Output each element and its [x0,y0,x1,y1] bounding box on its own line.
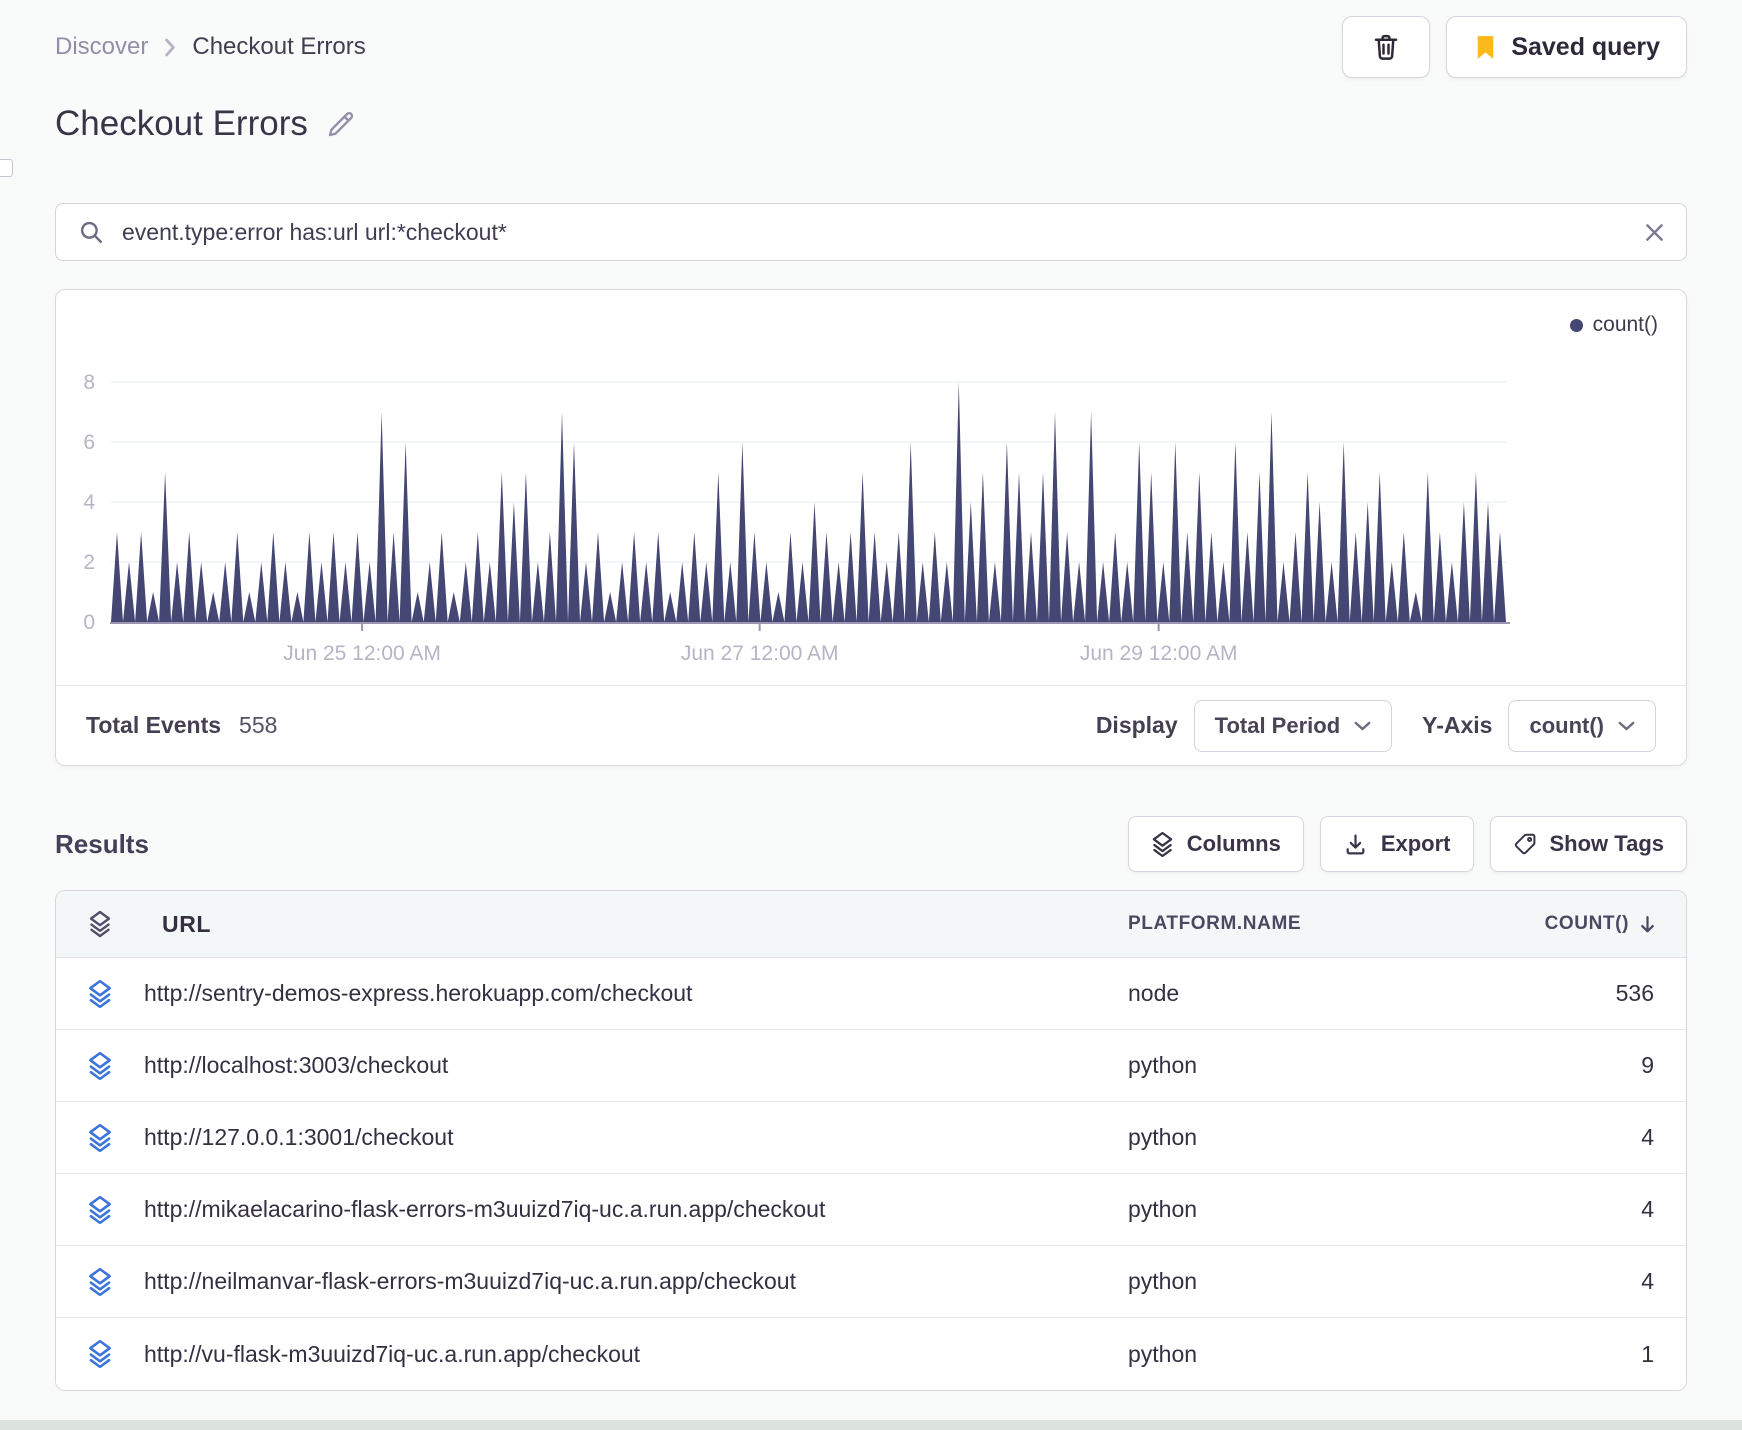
table-header-row: URL PLATFORM.NAME COUNT() [56,891,1686,958]
section-divider [0,159,1687,177]
results-actions: Columns Export Show Tags [1127,816,1687,872]
url-cell[interactable]: http://neilmanvar-flask-errors-m3uuizd7i… [144,1268,1128,1295]
stack-icon-blue[interactable] [56,1195,144,1225]
search-input[interactable] [122,218,1627,246]
url-cell[interactable]: http://mikaelacarino-flask-errors-m3uuiz… [144,1196,1128,1223]
platform-cell: python [1128,1340,1198,1367]
svg-text:Jun 25 12:00 AM: Jun 25 12:00 AM [283,642,441,665]
page-title: Checkout Errors [55,104,308,143]
discover-page: Discover Checkout Errors Saved query Che… [0,0,1742,1391]
url-cell[interactable]: http://vu-flask-m3uuizd7iq-uc.a.run.app/… [144,1341,1128,1368]
count-cell: 1 [1641,1340,1654,1367]
table-row[interactable]: http://neilmanvar-flask-errors-m3uuizd7i… [56,1246,1686,1318]
count-cell: 536 [1615,980,1654,1006]
stack-icon[interactable] [56,910,144,938]
yaxis-label: Y-Axis [1422,712,1493,738]
platform-cell: python [1128,1124,1198,1150]
svg-text:Jun 27 12:00 AM: Jun 27 12:00 AM [681,642,839,665]
sort-desc-arrow-icon [1637,914,1658,935]
header-actions: Saved query [1342,16,1687,78]
chevron-right-icon [164,38,176,57]
platform-cell: python [1128,1052,1198,1078]
download-icon [1343,832,1368,857]
svg-text:6: 6 [83,431,95,454]
yaxis-select[interactable]: count() [1508,699,1656,752]
platform-cell: node [1128,980,1180,1006]
count-cell: 9 [1641,1052,1654,1078]
bookmark-icon [1473,34,1498,61]
clear-search-icon[interactable] [1645,223,1664,242]
url-cell[interactable]: http://sentry-demos-express.herokuapp.co… [144,980,1128,1007]
count-cell: 4 [1641,1124,1654,1150]
breadcrumb-discover-link[interactable]: Discover [55,33,148,61]
show-tags-button[interactable]: Show Tags [1489,816,1687,872]
title-row: Checkout Errors [55,104,1687,144]
count-cell: 4 [1641,1268,1654,1294]
display-select[interactable]: Total Period [1193,699,1393,752]
total-events-label: Total Events [86,712,222,738]
stack-icon-blue[interactable] [56,1267,144,1297]
svg-text:8: 8 [83,371,95,394]
column-header-platform[interactable]: PLATFORM.NAME [1128,913,1488,935]
layers-icon [1151,831,1174,858]
events-area-chart[interactable]: 0 2 4 6 8 Jun 25 12:00 AM Jun 27 12:00 AM Jun 2… [56,290,1686,686]
legend-label: count() [1592,313,1658,336]
chart-footer: Total Events 558 Display Total Period Y-… [56,685,1686,765]
table-body: http://sentry-demos-express.herokuapp.co… [56,958,1686,1390]
columns-button[interactable]: Columns [1127,816,1304,872]
stack-icon-blue[interactable] [56,1339,144,1369]
bottom-edge [0,1420,1742,1430]
url-cell[interactable]: http://localhost:3003/checkout [144,1052,1128,1079]
svg-text:2: 2 [83,551,95,574]
page-header: Discover Checkout Errors Saved query [55,0,1687,78]
chevron-down-icon [1618,721,1635,731]
delete-query-button[interactable] [1342,16,1431,78]
export-label: Export [1380,831,1451,856]
show-tags-label: Show Tags [1549,831,1665,856]
tag-icon [1513,832,1537,856]
total-events: Total Events 558 [86,712,277,739]
svg-text:Jun 29 12:00 AM: Jun 29 12:00 AM [1080,642,1238,665]
platform-cell: python [1128,1268,1198,1294]
url-cell[interactable]: http://127.0.0.1:3001/checkout [144,1124,1128,1151]
yaxis-value: count() [1529,712,1604,738]
table-row[interactable]: http://sentry-demos-express.herokuapp.co… [56,958,1686,1030]
total-events-value: 558 [239,712,278,738]
column-header-count[interactable]: COUNT() [1488,913,1686,935]
table-row[interactable]: http://mikaelacarino-flask-errors-m3uuiz… [56,1174,1686,1246]
results-heading: Results [55,828,149,859]
saved-query-button[interactable]: Saved query [1446,16,1687,78]
display-value: Total Period [1214,712,1341,738]
table-row[interactable]: http://vu-flask-m3uuizd7iq-uc.a.run.app/… [56,1318,1686,1390]
search-icon [78,219,104,245]
search-bar[interactable] [55,203,1687,261]
edit-title-pencil-icon[interactable] [326,109,356,139]
left-edge-tab [0,159,13,177]
chart-legend[interactable]: count() [1569,313,1658,337]
svg-text:4: 4 [83,491,95,514]
breadcrumb-current: Checkout Errors [192,33,366,60]
results-header: Results Columns Export Show Tags [55,816,1687,872]
legend-dot [1569,318,1583,332]
columns-label: Columns [1186,831,1281,856]
svg-text:0: 0 [83,611,95,634]
results-table: URL PLATFORM.NAME COUNT() http://sentry-… [55,890,1687,1391]
stack-icon-blue[interactable] [56,1051,144,1081]
export-button[interactable]: Export [1319,816,1474,872]
stack-icon-blue[interactable] [56,979,144,1009]
chart-controls: Display Total Period Y-Axis count() [1095,699,1656,752]
events-chart-panel: 0 2 4 6 8 Jun 25 12:00 AM Jun 27 12:00 AM Jun 2… [55,289,1687,766]
platform-cell: python [1128,1196,1198,1222]
column-header-url[interactable]: URL [144,911,1128,938]
trash-icon [1371,32,1401,62]
count-header-label: COUNT() [1544,913,1629,934]
breadcrumb: Discover Checkout Errors [55,33,366,61]
table-row[interactable]: http://localhost:3003/checkout python 9 [56,1030,1686,1102]
stack-icon-blue[interactable] [56,1123,144,1153]
table-row[interactable]: http://127.0.0.1:3001/checkout python 4 [56,1102,1686,1174]
display-label: Display [1095,712,1178,738]
chevron-down-icon [1354,721,1371,731]
saved-query-label: Saved query [1511,32,1660,61]
count-cell: 4 [1641,1196,1654,1222]
